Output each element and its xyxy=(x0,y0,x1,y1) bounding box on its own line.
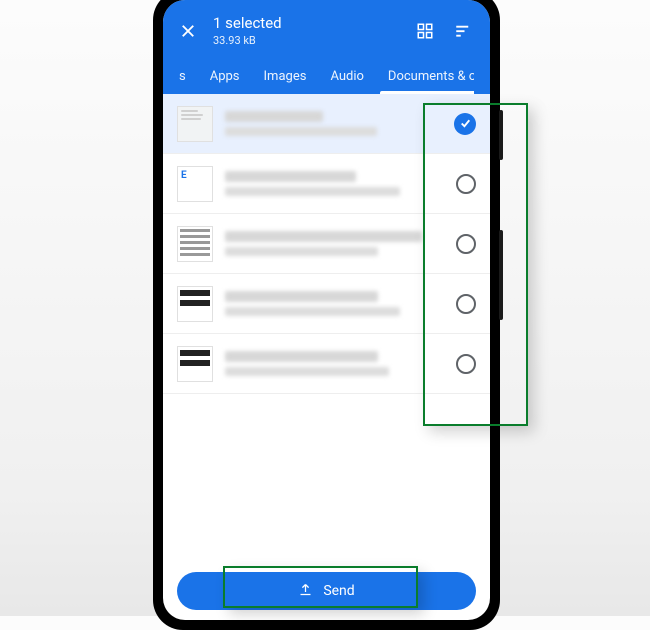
selection-size: 33.93 kB xyxy=(213,34,398,47)
app-header: 1 selected 33.93 kB s Apps Images Audio … xyxy=(163,0,490,94)
category-tabs: s Apps Images Audio Documents & other xyxy=(179,61,474,94)
file-thumbnail xyxy=(177,286,213,322)
close-icon[interactable] xyxy=(179,22,197,40)
screen: 1 selected 33.93 kB s Apps Images Audio … xyxy=(163,0,490,620)
selection-title-block: 1 selected 33.93 kB xyxy=(213,14,398,47)
file-list xyxy=(163,94,490,394)
tab-audio[interactable]: Audio xyxy=(318,61,375,94)
select-radio[interactable] xyxy=(456,234,476,254)
list-item[interactable] xyxy=(163,274,490,334)
select-radio[interactable] xyxy=(456,294,476,314)
grid-view-icon[interactable] xyxy=(414,20,436,42)
upload-icon xyxy=(298,582,313,601)
file-thumbnail xyxy=(177,346,213,382)
file-thumbnail xyxy=(177,106,213,142)
file-info-redacted xyxy=(225,231,444,256)
select-radio[interactable] xyxy=(456,174,476,194)
list-item[interactable] xyxy=(163,154,490,214)
checkmark-icon[interactable] xyxy=(454,113,476,135)
list-item[interactable] xyxy=(163,214,490,274)
file-thumbnail xyxy=(177,166,213,202)
phone-side-button xyxy=(499,230,503,320)
tab-documents-other[interactable]: Documents & other xyxy=(376,61,474,94)
phone-frame: 1 selected 33.93 kB s Apps Images Audio … xyxy=(153,0,500,630)
tab-partial[interactable]: s xyxy=(179,61,198,94)
send-button[interactable]: Send xyxy=(177,572,476,610)
file-info-redacted xyxy=(225,171,444,196)
file-thumbnail xyxy=(177,226,213,262)
send-label: Send xyxy=(323,583,354,599)
sort-icon[interactable] xyxy=(452,20,474,42)
tab-images[interactable]: Images xyxy=(252,61,319,94)
file-info-redacted xyxy=(225,111,442,136)
list-item[interactable] xyxy=(163,334,490,394)
file-info-redacted xyxy=(225,291,444,316)
phone-side-button xyxy=(499,110,503,160)
file-info-redacted xyxy=(225,351,444,376)
select-radio[interactable] xyxy=(456,354,476,374)
list-item[interactable] xyxy=(163,94,490,154)
selection-count: 1 selected xyxy=(213,14,398,32)
tab-apps[interactable]: Apps xyxy=(198,61,252,94)
